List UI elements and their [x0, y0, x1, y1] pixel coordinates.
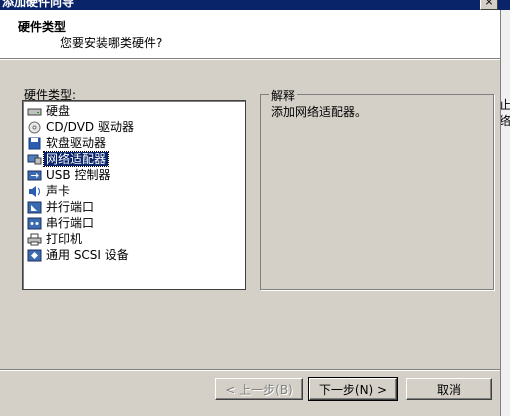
- parallel-port-icon: [27, 201, 42, 213]
- back-button[interactable]: < 上一步(B): [215, 378, 303, 400]
- floppy-icon: [28, 137, 41, 149]
- list-item-scsi[interactable]: 通用 SCSI 设备: [27, 247, 131, 263]
- wizard-header: 硬件类型 您要安装哪类硬件?: [0, 10, 500, 59]
- list-item-parallel-port[interactable]: 并行端口: [27, 199, 96, 215]
- sound-card-icon: [29, 185, 40, 197]
- cancel-button[interactable]: 取消: [406, 378, 492, 400]
- page-title: 硬件类型: [18, 20, 67, 34]
- network-adapter-icon: [27, 154, 42, 164]
- usb-icon: [27, 170, 42, 180]
- explanation-text: 添加网络适配器。: [271, 105, 368, 119]
- list-item-cd-dvd[interactable]: CD/DVD 驱动器: [27, 119, 136, 135]
- next-button[interactable]: 下一步(N) >: [308, 377, 398, 401]
- list-item-hard-disk[interactable]: 硬盘: [27, 103, 72, 119]
- background-text-1: 止: [501, 96, 510, 113]
- list-item-serial-port[interactable]: 串行端口: [27, 215, 96, 231]
- button-divider: [0, 369, 500, 370]
- page-subtitle: 您要安装哪类硬件?: [60, 36, 163, 50]
- hard-disk-icon: [27, 108, 42, 115]
- list-item-sound-card[interactable]: 声卡: [27, 183, 72, 199]
- hardware-types-list[interactable]: 硬盘 CD/DVD 驱动器 软盘驱动器 网络适配器 USB 控制器 声卡 并行端…: [22, 100, 246, 290]
- background-window-edge: 止 络: [500, 10, 510, 416]
- cd-dvd-icon: [28, 121, 41, 133]
- background-text-2: 络: [501, 112, 510, 129]
- list-item-printer[interactable]: 打印机: [27, 231, 84, 247]
- list-item-usb[interactable]: USB 控制器: [27, 167, 112, 183]
- header-divider: [0, 59, 500, 60]
- window-title: 添加硬件向导: [2, 0, 75, 9]
- list-item-network-adapter[interactable]: 网络适配器: [27, 151, 110, 167]
- explanation-legend: 解释: [269, 87, 298, 104]
- scsi-icon: [27, 249, 42, 261]
- list-item-floppy[interactable]: 软盘驱动器: [27, 135, 108, 151]
- title-bar: 添加硬件向导 ×: [0, 0, 510, 10]
- serial-port-icon: [27, 217, 42, 229]
- close-icon[interactable]: ×: [480, 0, 498, 10]
- explanation-group: 解释 添加网络适配器。: [260, 87, 494, 290]
- printer-icon: [27, 233, 42, 245]
